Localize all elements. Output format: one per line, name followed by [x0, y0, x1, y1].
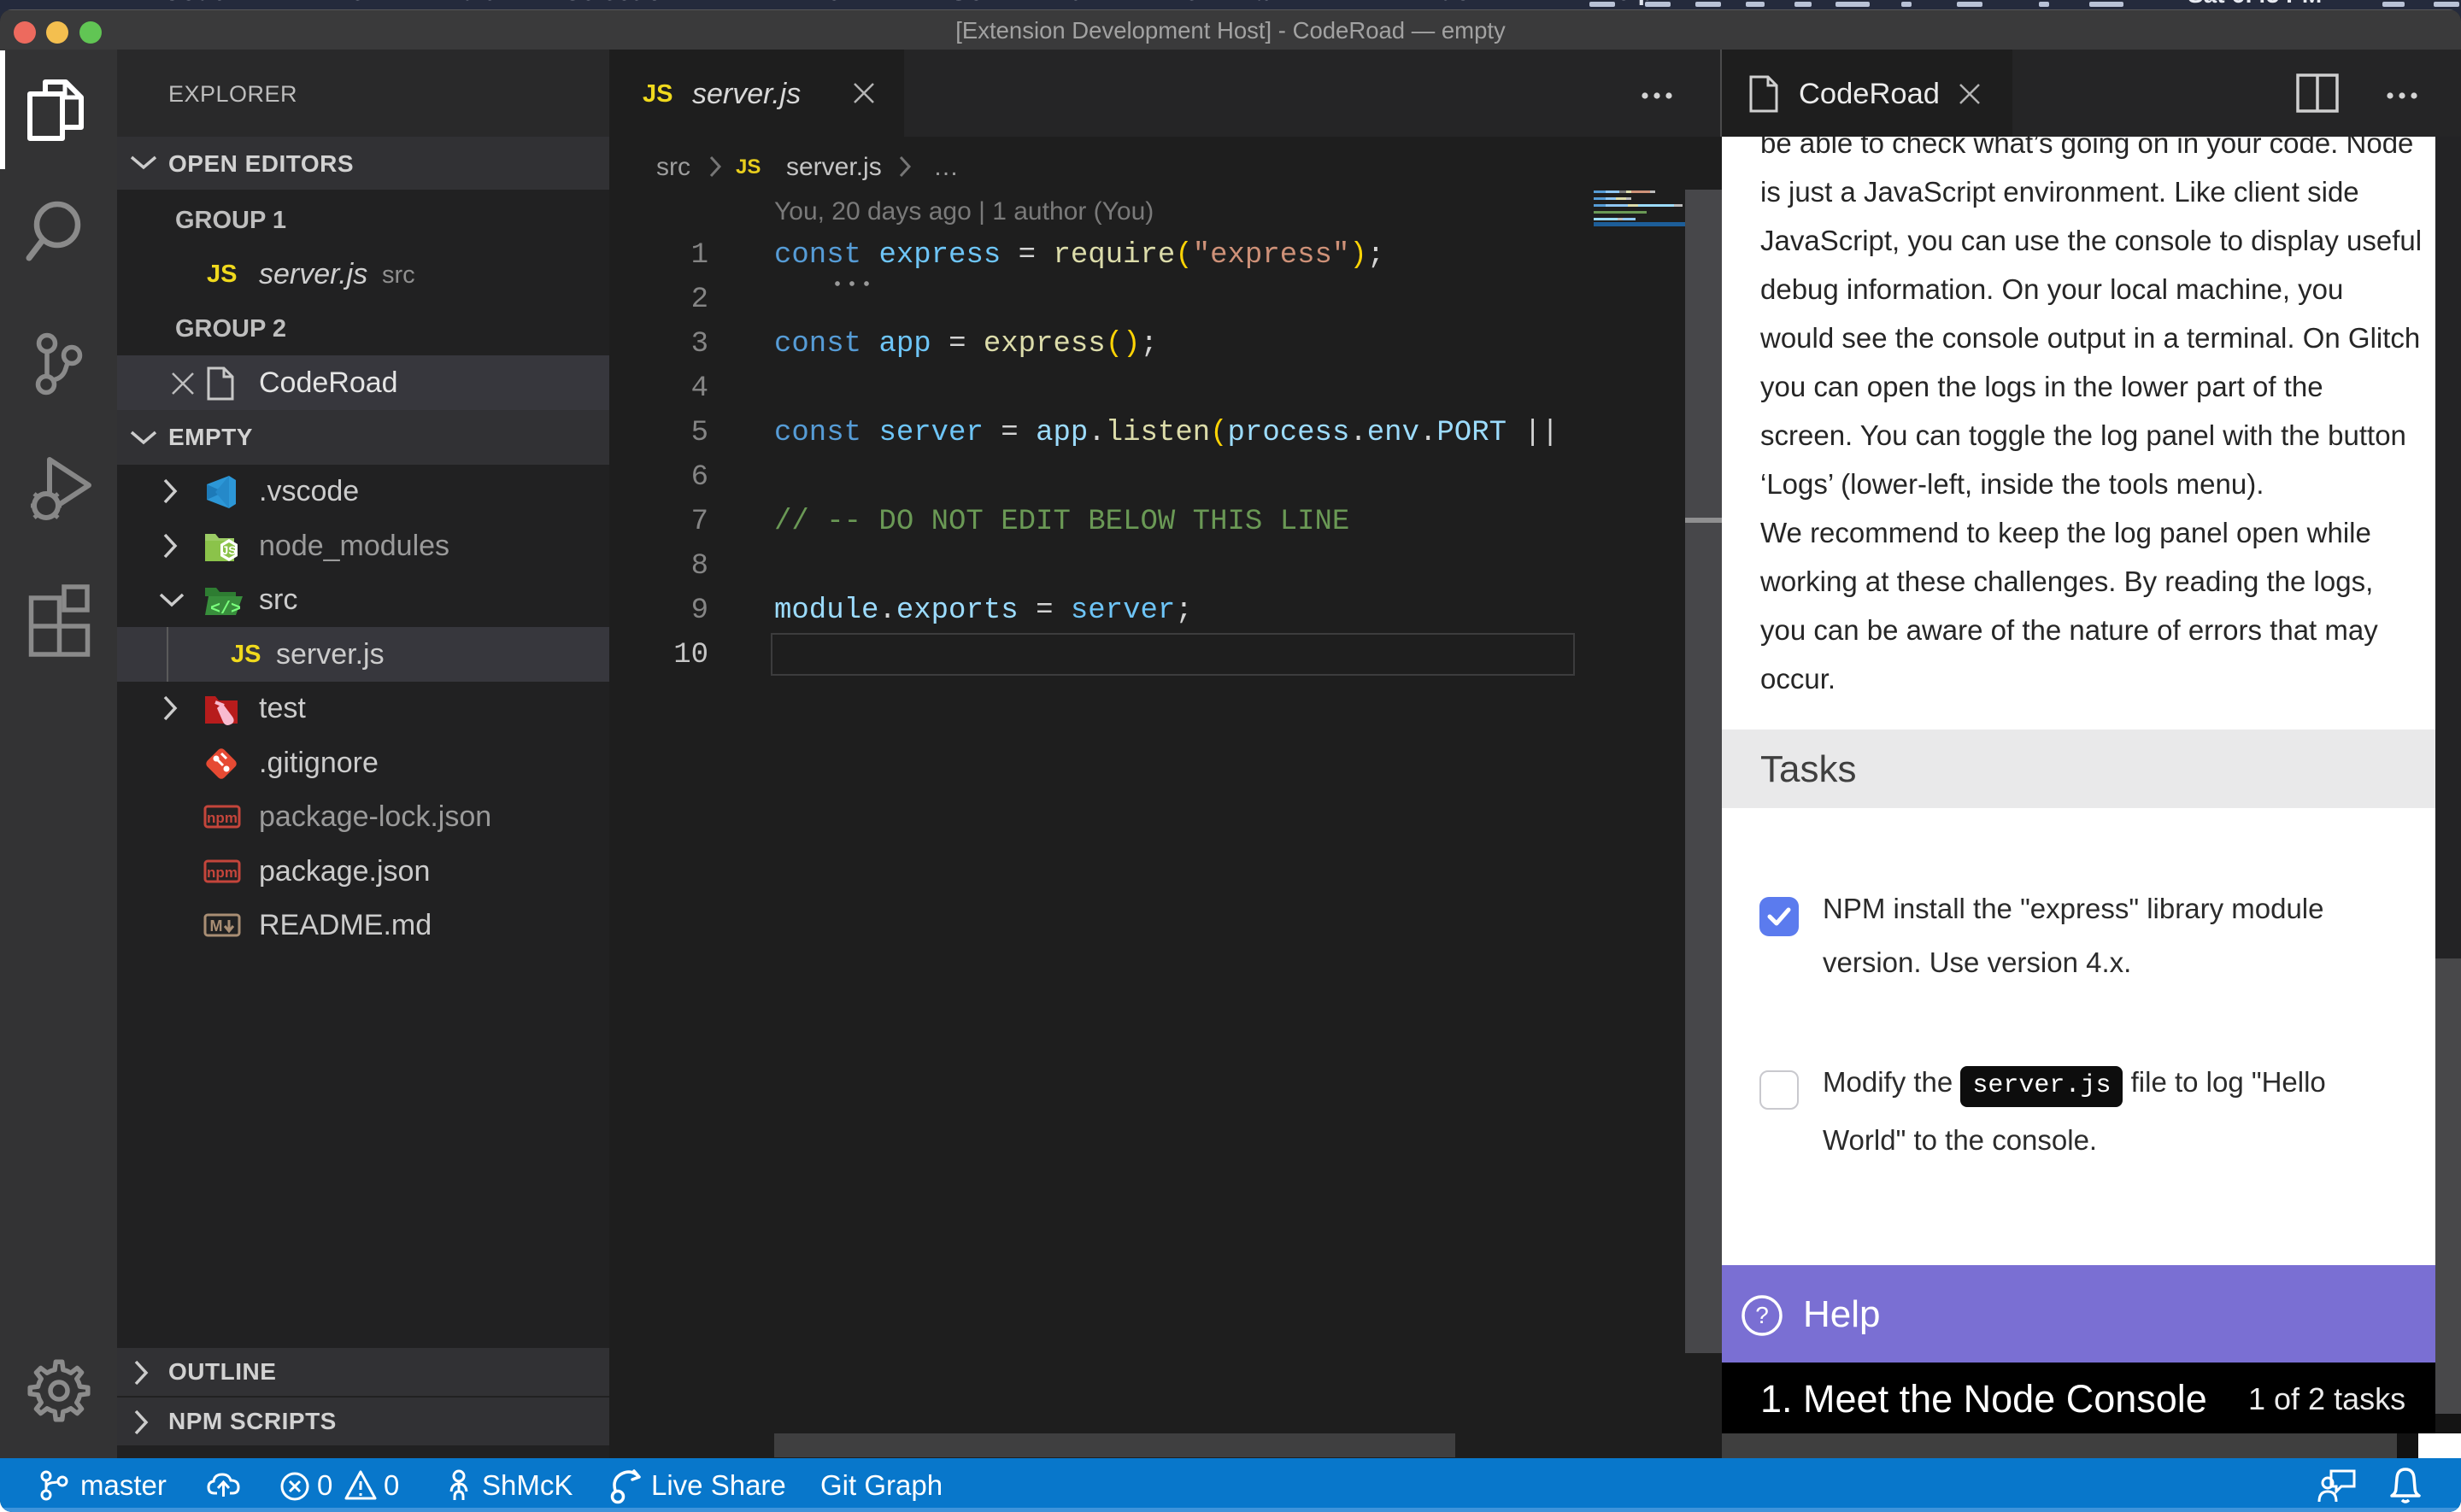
svg-text:JS: JS [221, 543, 236, 557]
svg-text:</>: </> [210, 600, 241, 618]
svg-text:npm: npm [207, 810, 238, 826]
svg-text:?: ? [1755, 1302, 1769, 1328]
svg-text:npm: npm [207, 864, 238, 881]
svg-text:M: M [210, 917, 223, 935]
